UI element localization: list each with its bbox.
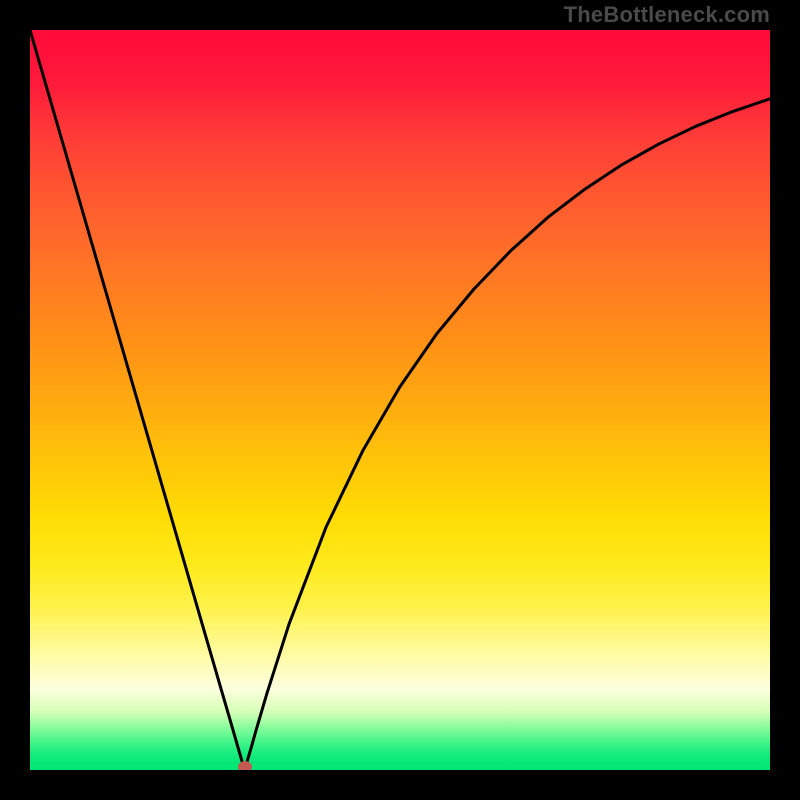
optimum-marker (238, 761, 252, 770)
bottleneck-curve (30, 30, 770, 770)
chart-frame: TheBottleneck.com (0, 0, 800, 800)
watermark-text: TheBottleneck.com (564, 2, 770, 28)
plot-area (30, 30, 770, 770)
